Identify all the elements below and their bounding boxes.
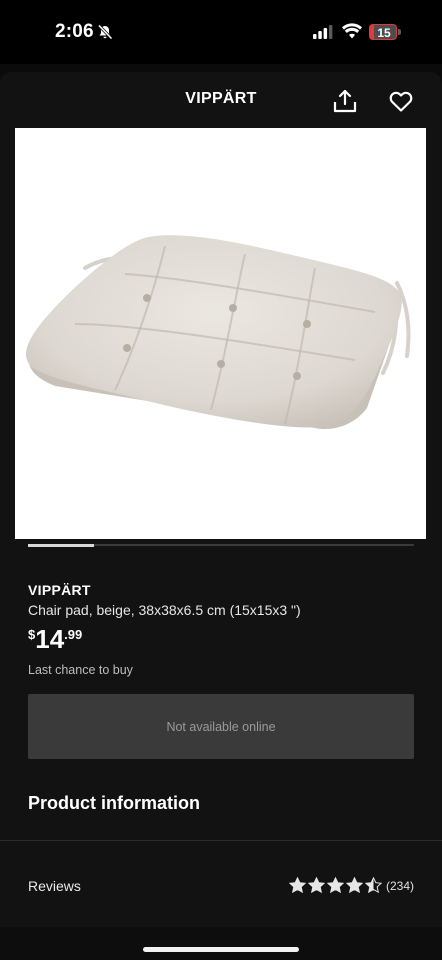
product-price: $ 14 .99 bbox=[28, 622, 82, 656]
battery-icon: 15 bbox=[369, 24, 401, 40]
status-bar: 2:06 15 bbox=[0, 0, 442, 64]
last-chance-notice: Last chance to buy bbox=[28, 663, 133, 677]
signal-icon bbox=[313, 25, 333, 39]
product-sheet: VIPPÄRT VIPPÄRT Chair pad, beige, 38x38x… bbox=[0, 72, 442, 960]
page-title: VIPPÄRT bbox=[185, 90, 257, 107]
star-full-icon bbox=[327, 877, 344, 894]
reviews-row[interactable]: Reviews (234) bbox=[0, 841, 442, 927]
review-count: (234) bbox=[386, 879, 415, 893]
product-information-heading[interactable]: Product information bbox=[28, 793, 200, 814]
nav-bar: VIPPÄRT bbox=[0, 72, 442, 128]
product-image[interactable] bbox=[15, 128, 426, 539]
star-full-icon bbox=[289, 877, 306, 894]
chair-pad-illustration bbox=[25, 235, 411, 430]
status-time: 2:06 bbox=[55, 21, 94, 42]
battery-level: 15 bbox=[377, 26, 391, 40]
price-decimal: .99 bbox=[64, 627, 83, 642]
availability-button[interactable]: Not available online bbox=[28, 694, 414, 759]
product-description: Chair pad, beige, 38x38x6.5 cm (15x15x3 … bbox=[28, 602, 301, 618]
product-name: VIPPÄRT bbox=[28, 582, 91, 598]
star-rating bbox=[289, 877, 383, 895]
wifi-icon bbox=[342, 23, 362, 39]
reviews-label: Reviews bbox=[28, 878, 81, 894]
bottom-bar bbox=[0, 927, 442, 960]
bell-off-icon bbox=[97, 24, 113, 40]
star-full-icon bbox=[346, 877, 363, 894]
carousel-indicator bbox=[28, 543, 414, 547]
heart-icon[interactable] bbox=[389, 90, 413, 112]
star-full-icon bbox=[308, 877, 325, 894]
star-half-icon bbox=[365, 877, 382, 894]
home-indicator[interactable] bbox=[143, 947, 299, 952]
price-integer: 14 bbox=[35, 624, 65, 654]
availability-label: Not available online bbox=[166, 719, 276, 734]
carousel-active-segment bbox=[28, 543, 94, 547]
price-currency: $ bbox=[28, 627, 36, 642]
battery-cap bbox=[398, 29, 401, 35]
share-icon[interactable] bbox=[332, 88, 358, 114]
